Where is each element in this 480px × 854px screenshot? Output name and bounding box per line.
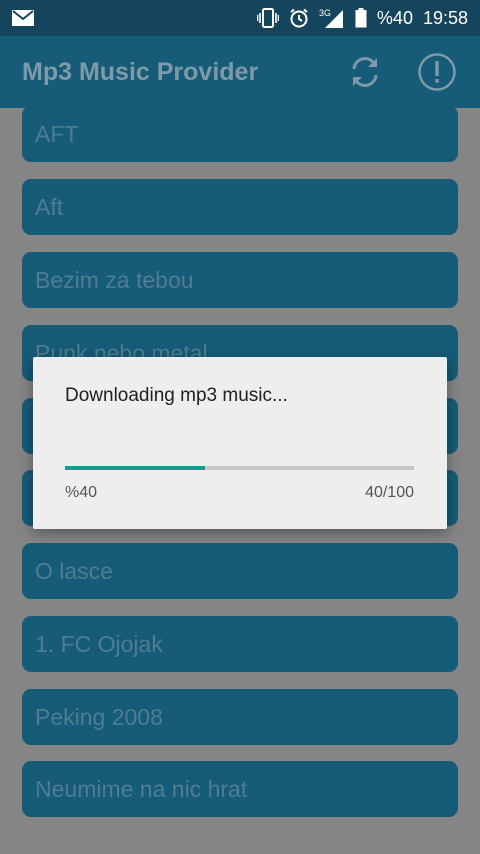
status-bar: 3G %40 19:58 — [0, 0, 480, 36]
battery-icon — [355, 8, 367, 28]
alarm-icon — [289, 8, 309, 28]
download-progress-dialog: Downloading mp3 music... %40 40/100 — [33, 357, 447, 529]
vibrate-icon — [256, 8, 279, 28]
signal-icon: 3G — [319, 7, 345, 29]
list-item[interactable]: O lasce — [22, 543, 458, 599]
list-item[interactable]: 1. FC Ojojak — [22, 616, 458, 672]
app-title: Mp3 Music Provider — [22, 57, 259, 86]
list-item-label: Neumime na nic hrat — [35, 775, 248, 802]
list-item-label: Bezim za tebou — [35, 266, 194, 293]
list-item-label: AFT — [35, 120, 79, 147]
list-item[interactable]: Peking 2008 — [22, 689, 458, 745]
list-item[interactable]: Bezim za tebou — [22, 252, 458, 308]
progress-bar-fill — [65, 466, 205, 470]
list-item-label: O lasce — [35, 557, 113, 584]
progress-count: 40/100 — [365, 484, 414, 501]
list-item[interactable]: Neumime na nic hrat — [22, 761, 458, 817]
list-item[interactable]: Aft — [22, 179, 458, 235]
info-icon — [418, 53, 456, 91]
list-item-label: Aft — [35, 193, 64, 220]
clock: 19:58 — [422, 7, 468, 28]
battery-percent: %40 — [376, 7, 413, 28]
info-button[interactable] — [416, 51, 458, 93]
list-item-label: 1. FC Ojojak — [35, 630, 163, 657]
app-bar: Mp3 Music Provider — [0, 36, 480, 108]
progress-bar — [65, 466, 414, 470]
refresh-button[interactable] — [344, 51, 386, 93]
refresh-icon — [352, 57, 378, 87]
list-item[interactable]: AFT — [22, 106, 458, 162]
mail-icon — [12, 10, 34, 26]
list-item-label: Peking 2008 — [35, 703, 163, 730]
network-type-label: 3G — [319, 8, 331, 18]
progress-percent: %40 — [65, 484, 98, 501]
dialog-message: Downloading mp3 music... — [65, 385, 288, 406]
